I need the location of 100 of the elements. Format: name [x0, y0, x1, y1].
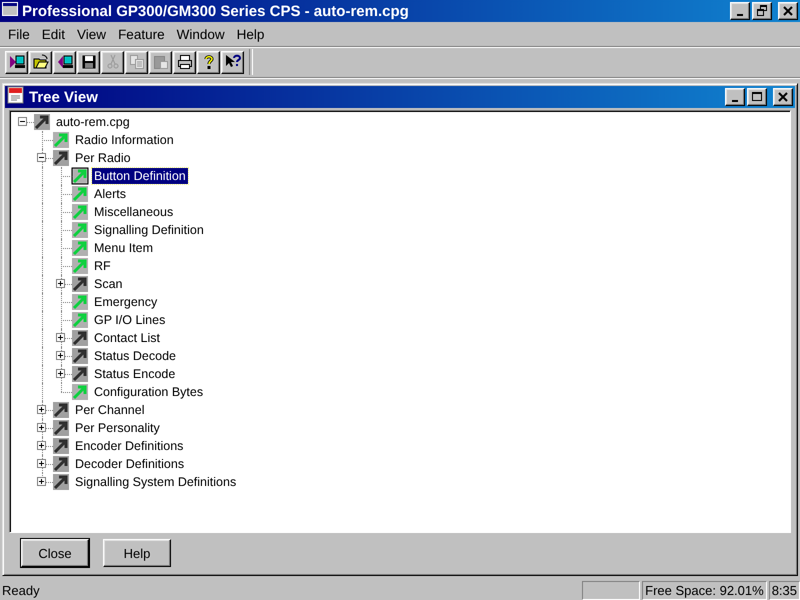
- arrow-page-icon: [71, 167, 89, 185]
- close-icon: [782, 5, 794, 17]
- document-icon: [7, 86, 25, 104]
- plus-icon: [38, 442, 45, 449]
- arrow-folder-icon: [52, 401, 70, 419]
- window-icon: [2, 1, 18, 17]
- arrow-page-icon: [71, 185, 89, 203]
- paste-icon: [152, 54, 168, 70]
- folder-icon: [32, 54, 48, 70]
- arrow-page-icon: [71, 293, 89, 311]
- expand-button[interactable]: [37, 423, 46, 432]
- tree-item[interactable]: Scan: [92, 276, 124, 292]
- menu-item[interactable]: Help: [230, 26, 270, 42]
- computer-arrow-icon: [56, 54, 72, 70]
- close-button[interactable]: [778, 2, 798, 20]
- close-icon: [777, 91, 789, 103]
- copy-icon: [128, 54, 144, 70]
- tree-item[interactable]: auto-rem.cpg: [54, 114, 132, 130]
- expand-button[interactable]: [37, 405, 46, 414]
- collapse-button[interactable]: [18, 117, 27, 126]
- dialog-button[interactable]: Help: [103, 539, 171, 567]
- tree-item[interactable]: Button Definition: [92, 168, 188, 184]
- computer-arrow-icon: [8, 54, 24, 70]
- pointer-help-icon: [224, 54, 240, 70]
- status-panel: [582, 581, 640, 600]
- arrow-folder-icon: [52, 455, 70, 473]
- arrow-folder-icon: [52, 419, 70, 437]
- plus-icon: [38, 424, 45, 431]
- tree-item[interactable]: Decoder Definitions: [73, 456, 186, 472]
- arrow-folder-icon: [52, 437, 70, 455]
- expand-button[interactable]: [37, 441, 46, 450]
- free-space: Free Space: 92.01%: [642, 581, 767, 600]
- tree-item[interactable]: RF: [92, 258, 113, 274]
- save-icon: [80, 54, 96, 70]
- tree-item[interactable]: Miscellaneous: [92, 204, 176, 220]
- restore-icon: [756, 5, 768, 17]
- minimize-button[interactable]: [725, 88, 745, 106]
- arrow-folder-icon: [52, 149, 70, 167]
- window-title: Tree View: [29, 88, 99, 106]
- plus-icon: [38, 478, 45, 485]
- minimize-icon: [737, 14, 743, 16]
- arrow-folder-icon: [52, 473, 70, 491]
- computer-arrow-button[interactable]: [53, 50, 76, 74]
- menu-item[interactable]: File: [2, 26, 36, 42]
- menu-item[interactable]: Window: [170, 26, 231, 42]
- tree-item[interactable]: Radio Information: [73, 132, 176, 148]
- restore-button[interactable]: [752, 2, 772, 20]
- tree-item[interactable]: Per Channel: [73, 402, 146, 418]
- clock: 8:35: [768, 581, 800, 600]
- cut-icon: [104, 54, 120, 70]
- tree-item[interactable]: Status Decode: [92, 348, 178, 364]
- arrow-page-icon: [71, 203, 89, 221]
- menu-item[interactable]: View: [71, 26, 112, 42]
- plus-icon: [38, 460, 45, 467]
- pointer-help-button[interactable]: [221, 50, 244, 74]
- maximize-icon: [751, 91, 763, 103]
- expand-button[interactable]: [37, 477, 46, 486]
- tree-item[interactable]: GP I/O Lines: [92, 312, 168, 328]
- save-button[interactable]: [77, 50, 100, 74]
- tree-item[interactable]: Alerts: [92, 186, 128, 202]
- plus-icon: [57, 280, 64, 287]
- tree-item[interactable]: Contact List: [92, 330, 162, 346]
- menu-item[interactable]: Edit: [36, 26, 72, 42]
- close-button[interactable]: [773, 88, 793, 106]
- expand-button[interactable]: [56, 351, 65, 360]
- tree-item[interactable]: Menu Item: [92, 240, 156, 256]
- print-button[interactable]: [173, 50, 196, 74]
- menu-item[interactable]: Feature: [112, 26, 171, 42]
- minus-icon: [19, 118, 26, 125]
- minimize-icon: [732, 100, 738, 102]
- arrow-folder-icon: [71, 275, 89, 293]
- arrow-page-icon: [71, 257, 89, 275]
- expand-button[interactable]: [56, 333, 65, 342]
- expand-button[interactable]: [56, 369, 65, 378]
- tree-item[interactable]: Per Radio: [73, 150, 133, 166]
- tree-item[interactable]: Per Personality: [73, 420, 162, 436]
- expand-button[interactable]: [56, 279, 65, 288]
- tree-item[interactable]: Emergency: [92, 294, 160, 310]
- tree-item[interactable]: Encoder Definitions: [73, 438, 186, 454]
- help-button[interactable]: [197, 50, 220, 74]
- arrow-page-icon: [71, 239, 89, 257]
- minimize-button[interactable]: [730, 2, 750, 20]
- arrow-folder-icon: [33, 113, 51, 131]
- plus-icon: [57, 370, 64, 377]
- folder-button[interactable]: [29, 50, 52, 74]
- arrow-folder-icon: [71, 329, 89, 347]
- dialog-button[interactable]: Close: [21, 539, 89, 567]
- tree-item[interactable]: Signalling System Definitions: [73, 474, 238, 490]
- tree-item[interactable]: Status Encode: [92, 366, 178, 382]
- maximize-button[interactable]: [747, 88, 767, 106]
- collapse-button[interactable]: [37, 153, 46, 162]
- arrow-page-icon: [52, 131, 70, 149]
- plus-icon: [57, 334, 64, 341]
- expand-button[interactable]: [37, 459, 46, 468]
- tree-item[interactable]: Signalling Definition: [92, 222, 206, 238]
- print-icon: [176, 54, 192, 70]
- computer-arrow-button[interactable]: [5, 50, 28, 74]
- tree-item[interactable]: Configuration Bytes: [92, 384, 206, 400]
- plus-icon: [57, 352, 64, 359]
- status-text: Ready: [1, 582, 41, 600]
